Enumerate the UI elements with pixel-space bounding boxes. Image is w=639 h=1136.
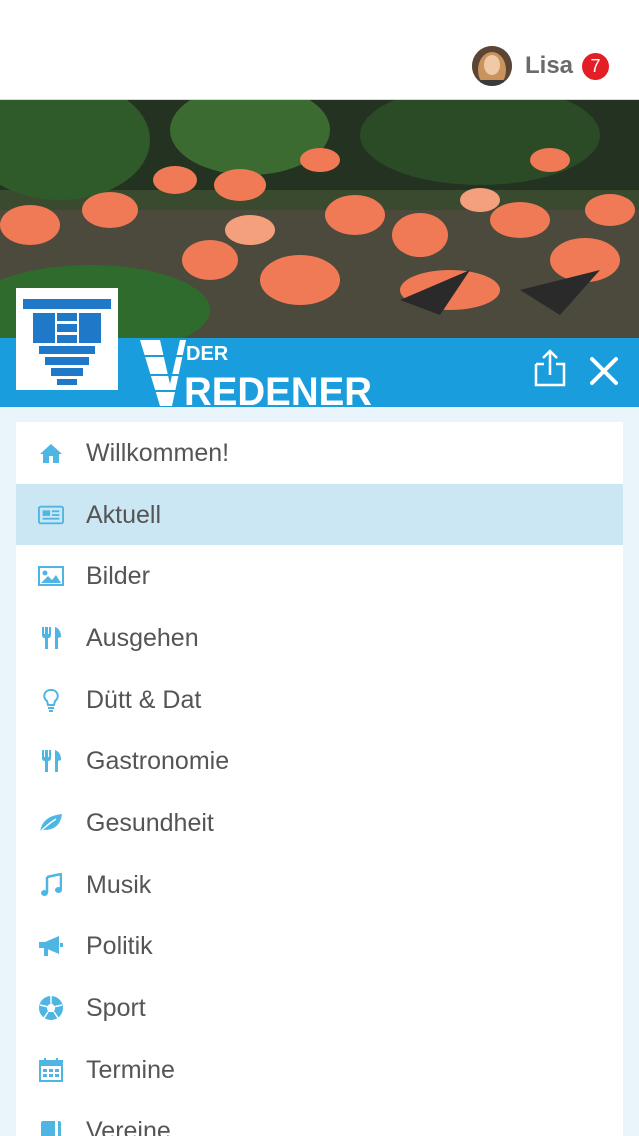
menu-item-ausgehen[interactable]: Ausgehen: [16, 607, 623, 669]
menu-item-musik[interactable]: Musik: [16, 854, 623, 916]
menu-item-termine[interactable]: Termine: [16, 1039, 623, 1101]
menu-item-label: Willkommen!: [86, 438, 230, 467]
share-button[interactable]: [532, 348, 568, 388]
megaphone-icon: [38, 933, 64, 959]
menu-item-gastronomie[interactable]: Gastronomie: [16, 730, 623, 792]
share-icon: [534, 349, 566, 387]
top-bar: Lisa 7: [0, 0, 639, 100]
menu-item-label: Musik: [86, 870, 152, 899]
brand-wordmark: DER REDENER: [138, 338, 378, 414]
wordmark-small: DER: [186, 343, 229, 365]
menu-item-willkommen[interactable]: Willkommen!: [16, 422, 623, 484]
music-icon: [38, 872, 64, 898]
menu-item-vereine[interactable]: Vereine: [16, 1101, 623, 1136]
close-button[interactable]: [586, 353, 622, 389]
image-icon: [38, 563, 64, 589]
menu-item-duett-dat[interactable]: Dütt & Dat: [16, 669, 623, 731]
book-icon: [38, 1118, 64, 1136]
menu-item-label: Gesundheit: [86, 808, 214, 837]
menu-item-label: Politik: [86, 932, 153, 961]
menu-item-label: Termine: [86, 1055, 175, 1084]
menu-item-label: Ausgehen: [86, 623, 199, 652]
menu-item-politik[interactable]: Politik: [16, 916, 623, 978]
home-icon: [38, 440, 64, 466]
notification-badge[interactable]: 7: [582, 53, 609, 80]
user-name[interactable]: Lisa: [525, 52, 573, 80]
leaf-icon: [38, 810, 64, 836]
menu-item-label: Aktuell: [86, 500, 162, 529]
cutlery-icon: [38, 748, 64, 774]
newspaper-icon: [38, 502, 64, 528]
menu-item-label: Vereine: [86, 1117, 171, 1136]
calendar-icon: [38, 1057, 64, 1083]
logo[interactable]: [16, 288, 118, 390]
wordmark-large: REDENER: [184, 370, 372, 407]
cutlery-icon: [38, 625, 64, 651]
menu-item-label: Sport: [86, 994, 146, 1023]
menu-item-gesundheit[interactable]: Gesundheit: [16, 792, 623, 854]
nav-menu: Willkommen! Aktuell Bilder Ausgehen Dütt…: [16, 422, 623, 1136]
soccer-ball-icon: [38, 995, 64, 1021]
avatar-photo: [472, 46, 512, 86]
avatar[interactable]: [472, 46, 512, 86]
menu-item-bilder[interactable]: Bilder: [16, 545, 623, 607]
menu-item-label: Dütt & Dat: [86, 685, 202, 714]
menu-item-label: Gastronomie: [86, 747, 230, 776]
menu-item-aktuell[interactable]: Aktuell: [16, 483, 623, 546]
close-icon: [590, 357, 618, 385]
menu-item-label: Bilder: [86, 562, 150, 591]
lightbulb-icon: [38, 687, 64, 713]
menu-item-sport[interactable]: Sport: [16, 977, 623, 1039]
